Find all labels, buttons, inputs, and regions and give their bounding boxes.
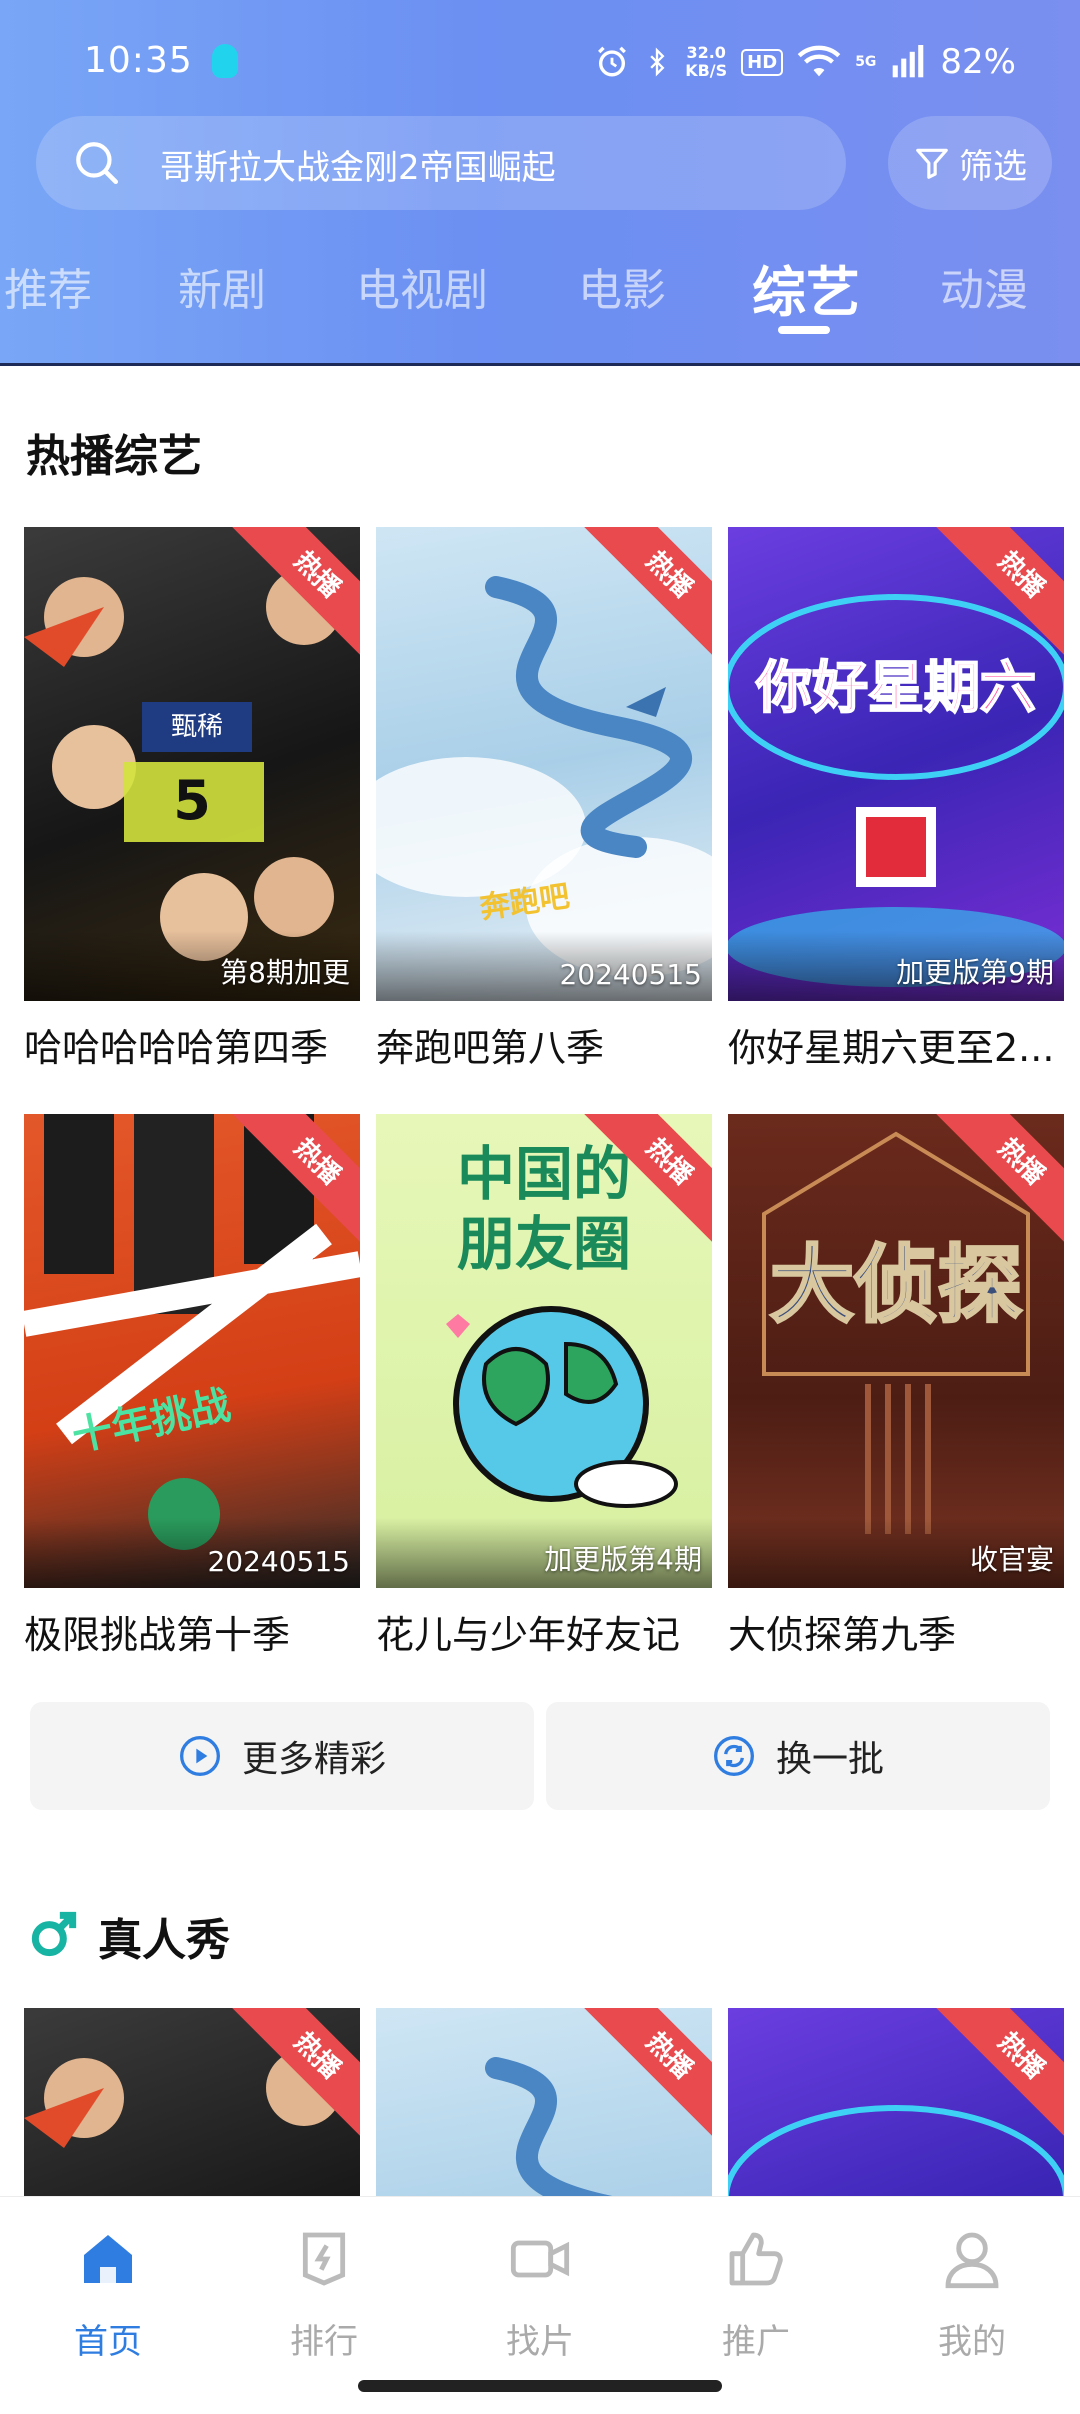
show-card[interactable]: 十年挑战 热播 20240515 极限挑战第十季 <box>24 1114 360 1659</box>
nav-promote-label: 推广 <box>722 2322 790 2362</box>
episode-label: 加更版第9期 <box>896 956 1054 989</box>
wifi-icon <box>797 45 841 77</box>
more-button[interactable]: 更多精彩 <box>30 1702 534 1810</box>
more-button-label: 更多精彩 <box>241 1739 386 1780</box>
show-title: 你好星期六更至2... <box>728 1026 1055 1070</box>
nav-promote[interactable]: 推广 <box>676 2227 836 2363</box>
show-title: 哈哈哈哈哈第四季 <box>24 1026 329 1070</box>
play-circle-icon <box>180 1736 220 1776</box>
category-tabs: 推荐 新剧 电视剧 电影 综艺 动漫 <box>0 248 1080 338</box>
search-bar[interactable]: 哥斯拉大战金刚2帝国崛起 <box>36 116 846 210</box>
poster-image: 十年挑战 热播 20240515 <box>24 1114 360 1588</box>
nav-discover[interactable]: 找片 <box>460 2227 620 2363</box>
svg-text:甄稀: 甄稀 <box>171 712 223 742</box>
show-title: 极限挑战第十季 <box>24 1613 291 1657</box>
poster-image: 热播 <box>728 2008 1064 2196</box>
poster-image: 奔跑吧 热播 20240515 <box>376 527 712 1001</box>
tab-tv-series[interactable]: 电视剧 <box>356 254 488 318</box>
tab-movies[interactable]: 电影 <box>578 254 666 318</box>
nav-ranking[interactable]: 排行 <box>244 2227 404 2363</box>
active-tab-indicator <box>778 326 830 334</box>
refresh-button[interactable]: 换一批 <box>546 1702 1050 1810</box>
filter-icon <box>916 148 948 179</box>
show-card[interactable]: 热播 <box>24 2008 360 2196</box>
show-card[interactable]: 热播 <box>376 2008 712 2196</box>
filter-label: 筛选 <box>959 146 1027 187</box>
show-title: 大侦探第九季 <box>728 1613 957 1657</box>
poster-image: 中国的 朋友圈 热播 加更版第4期 <box>376 1114 712 1588</box>
section-title-hot-variety: 热播综艺 <box>26 431 202 482</box>
male-symbol-icon <box>31 1911 77 1957</box>
header: 10:35 32.0 KB/S HD 5G 82% 哥斯拉大战金刚2帝国崛起 筛选… <box>0 0 1080 366</box>
show-title: 花儿与少年好友记 <box>376 1613 681 1657</box>
svg-text:中国的: 中国的 <box>457 1140 631 1208</box>
svg-text:朋友圈: 朋友圈 <box>457 1210 631 1278</box>
show-title: 奔跑吧第八季 <box>376 1026 605 1070</box>
nav-discover-label: 找片 <box>506 2322 574 2362</box>
nav-profile-label: 我的 <box>938 2322 1006 2362</box>
svg-text:十年挑战: 十年挑战 <box>68 1382 234 1460</box>
home-icon <box>84 2235 132 2283</box>
search-placeholder: 哥斯拉大战金刚2帝国崛起 <box>160 148 556 188</box>
show-card[interactable]: 甄稀 5 热播 第8期加更 哈哈哈哈哈第四季 <box>24 527 360 1072</box>
thumbs-up-icon <box>729 2232 783 2286</box>
notification-icon <box>212 44 238 78</box>
ranking-icon <box>302 2232 346 2286</box>
show-card[interactable]: 中国的 朋友圈 热播 加更版第4期 花儿与少年好友记 <box>376 1114 712 1659</box>
signal-icon <box>893 45 924 78</box>
show-card[interactable]: 奔跑吧 热播 20240515 奔跑吧第八季 <box>376 527 712 1072</box>
episode-label: 第8期加更 <box>220 956 350 989</box>
poster-image: 热播 <box>376 2008 712 2196</box>
poster-image: 你好星期六 热播 加更版第9期 <box>728 527 1064 1001</box>
hd-badge: HD <box>741 48 784 76</box>
alarm-icon <box>598 46 627 77</box>
nav-home[interactable]: 首页 <box>28 2227 188 2363</box>
episode-label: 20240515 <box>207 1545 350 1578</box>
network-type: 5G <box>855 54 877 70</box>
status-icons: 32.0 KB/S HD 5G 82% <box>595 40 1016 84</box>
poster-image: 甄稀 5 热播 第8期加更 <box>24 527 360 1001</box>
refresh-icon <box>714 1736 754 1776</box>
tab-anime[interactable]: 动漫 <box>940 254 1028 318</box>
search-icon <box>76 142 119 185</box>
episode-label: 加更版第4期 <box>544 1543 702 1576</box>
tab-recommend[interactable]: 推荐 <box>4 254 92 318</box>
show-card[interactable]: 大侦探 热播 收官宴 大侦探第九季 <box>728 1114 1064 1659</box>
battery-level: 82% <box>940 42 1016 82</box>
tab-variety[interactable]: 综艺 <box>752 248 860 327</box>
show-card[interactable]: 热播 <box>728 2008 1064 2196</box>
refresh-button-label: 换一批 <box>775 1739 884 1780</box>
status-bar: 10:35 32.0 KB/S HD 5G 82% <box>0 0 1080 130</box>
section-title-reality-show: 真人秀 <box>98 1915 230 1966</box>
clock: 10:35 <box>84 40 193 81</box>
svg-text:5: 5 <box>173 769 211 832</box>
episode-label: 20240515 <box>559 958 702 991</box>
nav-profile[interactable]: 我的 <box>892 2227 1052 2363</box>
filter-button[interactable]: 筛选 <box>888 116 1052 210</box>
poster-image: 热播 <box>24 2008 360 2196</box>
bluetooth-icon <box>650 47 665 77</box>
svg-text:你好星期六: 你好星期六 <box>755 656 1036 721</box>
show-card[interactable]: 你好星期六 热播 加更版第9期 你好星期六更至2... <box>728 527 1064 1072</box>
home-indicator[interactable] <box>358 2380 722 2392</box>
network-speed: 32.0 KB/S <box>685 43 728 80</box>
user-icon <box>945 2232 999 2289</box>
episode-label: 收官宴 <box>969 1543 1054 1576</box>
video-camera-icon <box>510 2240 570 2278</box>
poster-image: 大侦探 热播 收官宴 <box>728 1114 1064 1588</box>
nav-ranking-label: 排行 <box>290 2322 358 2362</box>
tab-new-series[interactable]: 新剧 <box>178 254 266 318</box>
svg-text:大侦探: 大侦探 <box>770 1235 1022 1334</box>
nav-home-label: 首页 <box>74 2322 142 2362</box>
